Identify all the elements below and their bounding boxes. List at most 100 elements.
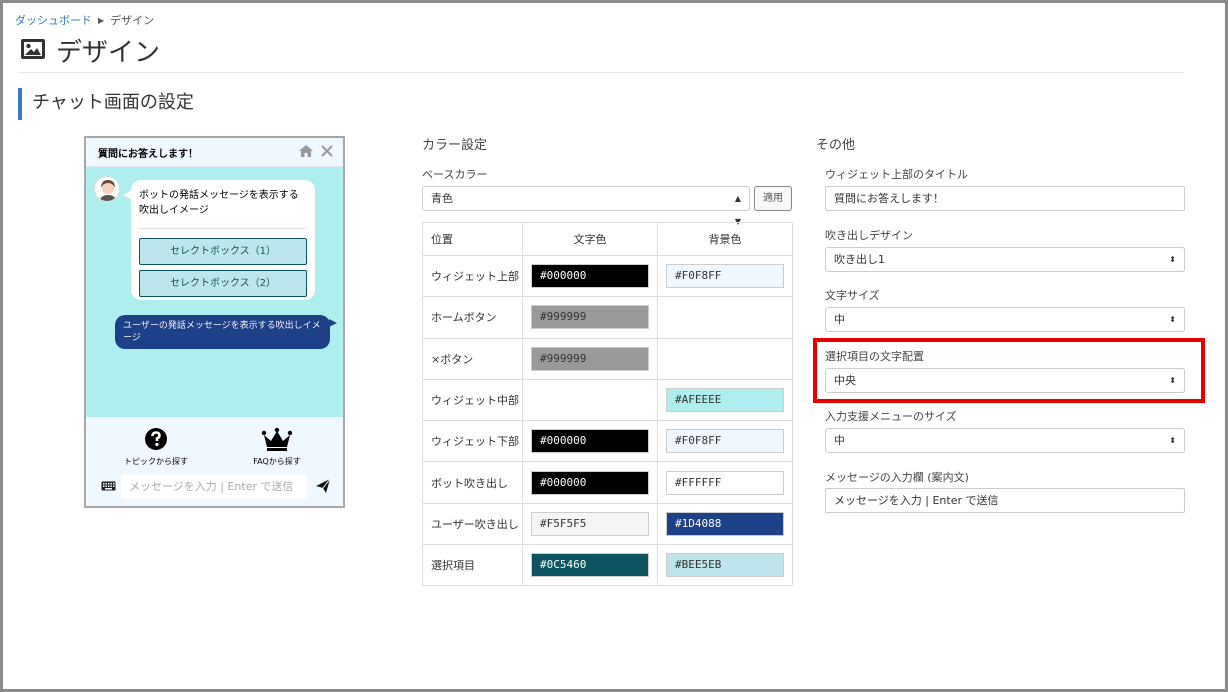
faq-search-button[interactable]: FAQから探す <box>232 427 322 467</box>
image-icon <box>20 38 46 63</box>
close-icon[interactable] <box>321 144 333 160</box>
position-cell: ウィジェット下部 <box>422 420 523 463</box>
bg-color-cell: #F0F8FF <box>657 420 793 463</box>
input-menu-size-label: 入力支援メニューのサイズ <box>825 410 957 423</box>
page-title: デザイン <box>20 32 160 69</box>
option-button-1[interactable]: セレクトボックス（1） <box>139 238 307 265</box>
chat-footer: トピックから探す FAQから探す メッセージを入力 | Enter で送信 <box>86 417 343 506</box>
bot-avatar <box>94 176 120 202</box>
position-cell: ウィジェット中部 <box>422 378 523 422</box>
bubble-design-label: 吹き出しデザイン <box>825 229 913 242</box>
select-arrow-icon: ⬍ <box>1169 315 1176 324</box>
position-cell: ボット吹き出し <box>422 461 523 504</box>
bg-color-cell: #AFEEEE <box>657 378 793 422</box>
home-icon[interactable] <box>299 144 313 160</box>
faq-search-label: FAQから探す <box>253 457 301 466</box>
color-table: 位置 文字色 背景色 ウィジェット上部 #000000 #F0F8FF ホームボタン #… <box>422 222 793 587</box>
bg-color-input[interactable]: #F0F8FF <box>666 264 784 289</box>
bg-color-cell: #FFFFFF <box>657 461 793 504</box>
bot-message-text: ボットの発話メッセージを表示する吹出しイメージ <box>139 190 299 216</box>
select-arrow-icon: ⬍ <box>1169 436 1176 445</box>
font-size-value: 中 <box>834 313 845 326</box>
bg-color-input[interactable]: #F0F8FF <box>666 429 784 454</box>
placeholder-input[interactable]: メッセージを入力 | Enter で送信 <box>825 488 1185 513</box>
text-color-input[interactable]: #999999 <box>531 305 649 330</box>
color-settings-title: カラー設定 <box>422 138 488 153</box>
text-color-input[interactable]: #000000 <box>531 264 649 289</box>
font-size-select[interactable]: 中 ⬍ <box>825 307 1185 332</box>
text-color-cell <box>522 378 658 422</box>
text-color-input[interactable]: #F5F5F5 <box>531 511 649 536</box>
placeholder-label: メッセージの入力欄 (案内文) <box>825 471 969 484</box>
base-color-select[interactable]: 青色 ▲ ▼ <box>422 186 750 226</box>
bg-color-input[interactable]: #FFFFFF <box>666 470 784 495</box>
chat-header-title: 質問にお答えします！ <box>98 148 198 160</box>
bot-message-bubble: ボットの発話メッセージを表示する吹出しイメージ セレクトボックス（1） セレクト… <box>123 180 315 300</box>
bg-color-cell: #F0F8FF <box>657 254 793 298</box>
widget-title-input[interactable]: 質問にお答えします！ <box>825 186 1185 211</box>
send-icon[interactable] <box>316 478 331 496</box>
text-color-input[interactable]: #000000 <box>531 470 649 495</box>
breadcrumb-separator-icon: ▶ <box>98 15 105 25</box>
position-cell: ウィジェット上部 <box>422 254 523 298</box>
text-color-input[interactable]: #000000 <box>531 429 649 454</box>
bg-color-cell: #1D4088 <box>657 502 793 546</box>
table-row: ×ボタン #999999 <box>422 337 793 380</box>
position-cell: ×ボタン <box>422 337 523 380</box>
text-color-input[interactable]: #0C5460 <box>531 553 649 578</box>
text-color-cell: #000000 <box>522 420 658 463</box>
base-color-label: ベースカラー <box>422 168 488 181</box>
table-row: ボット吹き出し #000000 #FFFFFF <box>422 461 793 504</box>
user-message-bubble: ユーザーの発話メッセージを表示する吹出しイメージ <box>115 315 337 349</box>
table-row: 選択項目 #0C5460 #BEE5EB <box>422 544 793 587</box>
breadcrumb: ダッシュボード ▶ デザイン <box>15 12 154 28</box>
position-cell: ホームボタン <box>422 296 523 339</box>
widget-title-label: ウィジェット上部のタイトル <box>825 168 968 181</box>
position-cell: ユーザー吹き出し <box>422 502 523 546</box>
table-row: ウィジェット中部 #AFEEEE <box>422 378 793 422</box>
column-header-text-color: 文字色 <box>522 222 658 256</box>
base-color-value: 青色 <box>431 192 453 205</box>
other-settings-title: その他 <box>816 138 856 153</box>
breadcrumb-current: デザイン <box>110 14 155 27</box>
question-circle-icon <box>145 428 167 450</box>
bubble-design-select[interactable]: 吹き出し1 ⬍ <box>825 247 1185 272</box>
bg-color-input[interactable]: #BEE5EB <box>666 553 784 578</box>
title-divider <box>18 72 1184 73</box>
column-header-position: 位置 <box>422 222 523 256</box>
option-button-2[interactable]: セレクトボックス（2） <box>139 270 307 297</box>
bg-color-input[interactable]: #1D4088 <box>666 511 784 536</box>
table-row: ウィジェット上部 #000000 #F0F8FF <box>422 254 793 298</box>
chat-header: 質問にお答えします！ <box>86 138 343 167</box>
text-color-cell: #000000 <box>522 254 658 298</box>
page-title-text: デザイン <box>56 38 161 68</box>
select-arrow-icon: ⬍ <box>1169 255 1176 264</box>
bg-color-cell <box>657 296 793 339</box>
section-title: チャット画面の設定 <box>18 88 194 120</box>
bg-color-cell <box>657 337 793 380</box>
position-cell: 選択項目 <box>422 544 523 587</box>
table-row: ウィジェット下部 #000000 #F0F8FF <box>422 420 793 463</box>
topic-search-label: トピックから探す <box>124 457 188 466</box>
highlight-box <box>813 338 1205 403</box>
input-menu-size-select[interactable]: 中 ⬍ <box>825 428 1185 453</box>
text-color-cell: #F5F5F5 <box>522 502 658 546</box>
chat-widget-preview: 質問にお答えします！ ボットの発話メッセージを表示する吹出しイメージ セレクトボ… <box>84 136 345 508</box>
bubble-design-value: 吹き出し1 <box>834 253 885 266</box>
font-size-label: 文字サイズ <box>825 289 880 302</box>
apply-button[interactable]: 適用 <box>754 186 792 211</box>
chat-message-input[interactable]: メッセージを入力 | Enter で送信 <box>121 475 307 499</box>
table-row: ユーザー吹き出し #F5F5F5 #1D4088 <box>422 502 793 546</box>
text-color-input[interactable]: #999999 <box>531 346 649 371</box>
column-header-bg-color: 背景色 <box>657 222 793 256</box>
crown-icon <box>261 427 293 451</box>
text-color-cell: #0C5460 <box>522 544 658 587</box>
input-menu-size-value: 中 <box>834 434 845 447</box>
text-color-cell: #999999 <box>522 296 658 339</box>
text-color-cell: #000000 <box>522 461 658 504</box>
breadcrumb-dashboard-link[interactable]: ダッシュボード <box>15 12 92 28</box>
bg-color-cell: #BEE5EB <box>657 544 793 587</box>
keyboard-icon[interactable] <box>101 480 116 494</box>
topic-search-button[interactable]: トピックから探す <box>111 427 201 467</box>
bg-color-input[interactable]: #AFEEEE <box>666 388 784 413</box>
